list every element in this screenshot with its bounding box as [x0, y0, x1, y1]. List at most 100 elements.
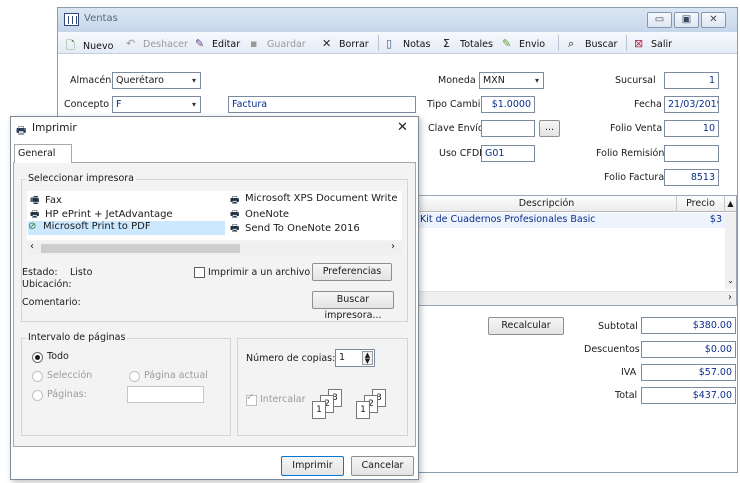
almacen-select[interactable]: Querétaro ▾ [112, 72, 201, 89]
minimize-icon[interactable]: ▭ [647, 12, 672, 28]
print-dialog: 🖶 Imprimir ✕ General Seleccionar impreso… [10, 116, 419, 480]
clave-envio-field[interactable] [481, 120, 535, 137]
buscar-button[interactable]: ⌕ Buscar [568, 37, 617, 51]
page-range-group: Intervalo de páginas Todo Selección Pági… [21, 332, 231, 436]
guardar-button[interactable]: ▪ Guardar [250, 37, 306, 50]
printer-name: Fax [45, 195, 62, 206]
chevron-down-icon: ▾ [191, 100, 196, 109]
todo-label[interactable]: Todo [47, 351, 69, 362]
nuevo-button[interactable]: 🗋 Nuevo [66, 37, 113, 56]
printer-list-hscroll[interactable]: ‹ › [27, 241, 402, 255]
ellipsis-icon: ... [544, 122, 555, 133]
pagina-actual-label[interactable]: Página actual [144, 370, 208, 381]
copies-value: 1 [339, 352, 346, 363]
deshacer-button[interactable]: ↶ Deshacer [126, 37, 188, 50]
preferencias-button[interactable]: Preferencias [312, 263, 392, 281]
totales-label: Totales [460, 39, 493, 50]
toolbar-separator [378, 35, 379, 51]
tipo-cambio-label: Tipo Cambio [427, 99, 487, 110]
tab-general[interactable]: General [14, 144, 72, 163]
paginas-radio[interactable] [32, 390, 43, 401]
totales-button[interactable]: Σ Totales [443, 37, 493, 50]
close-icon[interactable]: ✕ [701, 12, 726, 28]
folio-factura-field[interactable]: 8513 [664, 169, 719, 186]
print-to-file-checkbox[interactable] [194, 267, 205, 278]
scroll-thumb[interactable] [41, 244, 240, 253]
copies-stepper[interactable]: 1 ▲ ▼ [335, 349, 375, 367]
printer-item-send-onenote[interactable]: 🖶 Send To OneNote 2016 [230, 221, 360, 238]
scroll-right-icon[interactable]: › [728, 292, 732, 303]
subtotal-field: $380.00 [641, 317, 736, 334]
maximize-icon[interactable]: ▣ [674, 12, 699, 28]
concepto-description-field[interactable]: Factura [228, 96, 416, 113]
new-doc-icon: 🗋 [66, 39, 75, 52]
moneda-label: Moneda [438, 75, 476, 86]
imprimir-button[interactable]: Imprimir [281, 456, 344, 476]
descuentos-label: Descuentos [584, 344, 640, 355]
column-header-descripcion[interactable]: Descripción [417, 196, 677, 212]
pagina-actual-radio[interactable] [129, 371, 140, 382]
notas-button[interactable]: ▯ Notas [386, 37, 430, 50]
notes-icon: ▯ [386, 37, 393, 50]
page-range-group-title: Intervalo de páginas [26, 332, 128, 343]
clave-envio-browse-button[interactable]: ... [539, 120, 560, 137]
estado-value: Listo [70, 267, 93, 278]
chevron-down-icon: ▾ [534, 76, 539, 85]
folio-remision-field[interactable] [664, 145, 719, 162]
iva-value: $57.00 [698, 367, 732, 378]
buscar-impresora-button[interactable]: Buscar impresora... [312, 291, 394, 321]
scroll-down-icon[interactable]: ⌄ [725, 276, 736, 288]
uso-cfdi-value: G01 [485, 148, 505, 159]
concepto-select[interactable]: F ▾ [112, 96, 201, 113]
printer-name: Microsoft Print to PDF [43, 221, 151, 232]
default-printer-icon: ⊘ [28, 221, 37, 232]
printer-name: Microsoft XPS Document Writer [245, 193, 397, 204]
comentario-label: Comentario: [22, 297, 81, 308]
recalcular-button[interactable]: Recalcular [488, 317, 564, 335]
envio-button[interactable]: ✎ Envio [502, 37, 545, 50]
detail-grid[interactable]: Descripción Precio Unit ▲ Kit de Cuadern… [416, 195, 737, 306]
ubicacion-label: Ubicación: [22, 279, 72, 290]
tipo-cambio-field[interactable]: $1.0000 [481, 96, 535, 113]
scroll-right-icon[interactable]: › [391, 241, 395, 252]
folio-venta-value: 10 [702, 123, 715, 134]
editar-button[interactable]: ✎ Editar [195, 37, 240, 50]
scroll-up-icon[interactable]: ▲ [725, 196, 736, 212]
spin-icon[interactable]: ▲ ▼ [362, 351, 373, 365]
paginas-input[interactable] [127, 386, 204, 403]
intercalar-label[interactable]: Intercalar [260, 394, 306, 405]
seleccion-radio[interactable] [32, 371, 43, 382]
collate-page: 1 [312, 401, 326, 419]
row-precio: $3 [709, 214, 722, 225]
fecha-label: Fecha [634, 99, 662, 110]
printer-list[interactable]: 🖷 Fax 🖶 Microsoft XPS Document Writer 🖶 HP … [27, 191, 402, 240]
close-icon[interactable]: ✕ [397, 120, 408, 135]
printer-icon: 🖶 [16, 124, 27, 137]
printer-name: HP ePrint + JetAdvantage [45, 209, 173, 220]
save-icon: ▪ [250, 37, 258, 50]
horizontal-scrollbar[interactable]: › [417, 291, 736, 305]
folio-factura-value: 8513 [690, 172, 715, 183]
scroll-left-icon[interactable]: ‹ [30, 241, 34, 252]
salir-button[interactable]: ⊠ Salir [634, 37, 672, 50]
sucursal-field[interactable]: 1 [664, 72, 719, 89]
window-title: Ventas [84, 13, 118, 24]
table-row[interactable]: Kit de Cuadernos Profesionales Basic $3 [417, 213, 725, 228]
borrar-button[interactable]: ✕ Borrar [322, 37, 369, 50]
uso-cfdi-field[interactable]: G01 [481, 145, 535, 162]
folio-venta-label: Folio Venta [610, 123, 663, 134]
todo-radio[interactable] [32, 352, 43, 363]
folio-remision-label: Folio Remisión [596, 148, 665, 159]
column-header-precio-unit[interactable]: Precio Unit [677, 196, 725, 224]
printer-item-pdf[interactable]: ⊘ Microsoft Print to PDF [28, 221, 225, 235]
tipo-cambio-value: $1.0000 [491, 99, 531, 110]
guardar-label: Guardar [267, 39, 306, 50]
moneda-select[interactable]: MXN ▾ [479, 72, 544, 89]
fecha-field[interactable]: 21/03/2019 [664, 96, 719, 113]
seleccion-label[interactable]: Selección [47, 370, 92, 381]
paginas-label[interactable]: Páginas: [47, 389, 87, 400]
folio-venta-field[interactable]: 10 [664, 120, 719, 137]
print-to-file-label[interactable]: Imprimir a un archivo [208, 267, 310, 278]
editar-label: Editar [212, 39, 241, 50]
cancelar-button[interactable]: Cancelar [351, 456, 414, 476]
